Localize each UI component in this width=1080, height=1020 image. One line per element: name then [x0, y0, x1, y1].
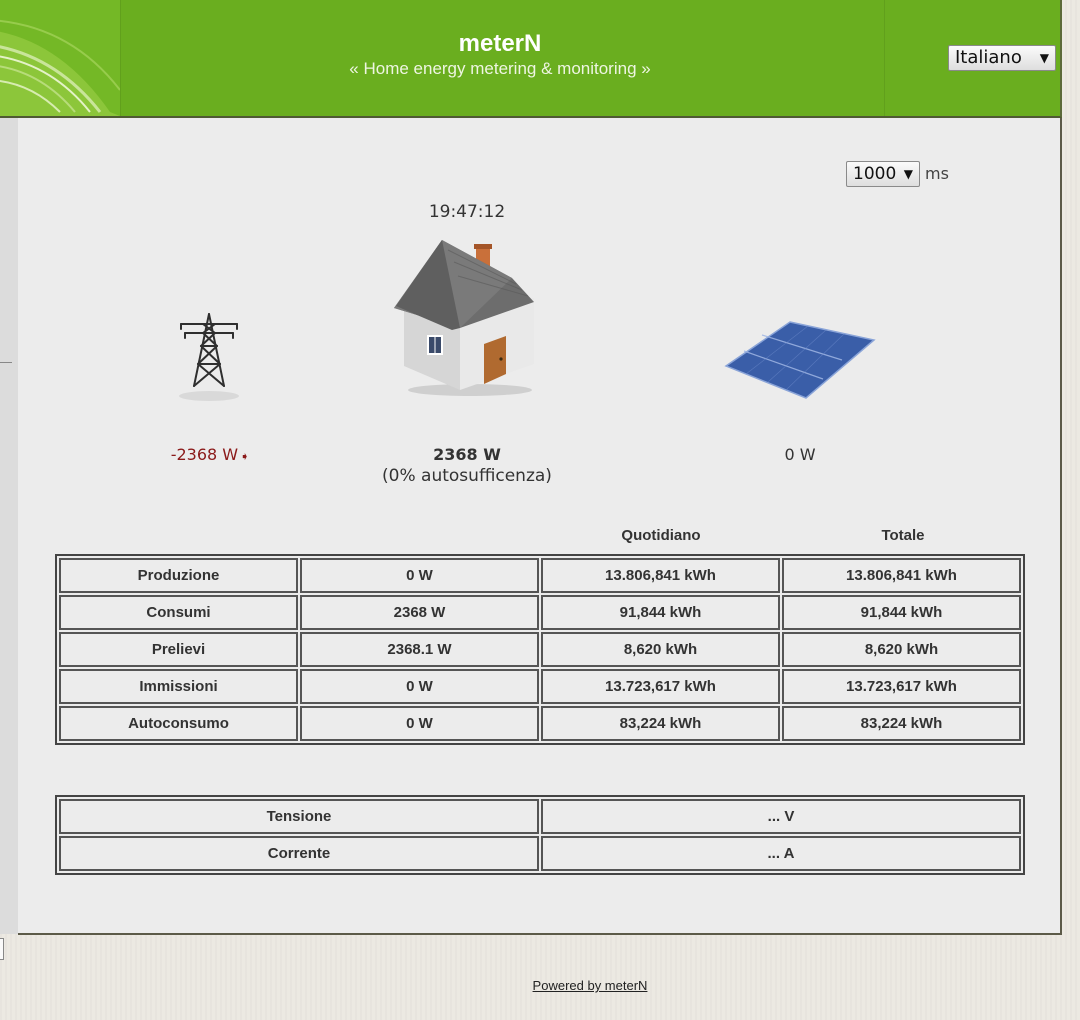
row-label: Tensione [59, 799, 539, 834]
header-divider [120, 0, 121, 116]
header-divider [884, 0, 885, 116]
house-power-value: 2368 W [433, 445, 501, 464]
self-sufficiency-text: (0% autosufficenza) [382, 466, 552, 486]
powered-by-link[interactable]: Powered by meterN [430, 978, 750, 993]
row-label: Produzione [59, 558, 298, 593]
grid-power-value: -2368 W [170, 445, 239, 464]
row-label: Prelievi [59, 632, 298, 667]
table-row: Consumi 2368 W 91,844 kWh 91,844 kWh [59, 595, 1021, 630]
app-header: meterN « Home energy metering & monitori… [0, 0, 1062, 118]
table-row: Prelievi 2368.1 W 8,620 kWh 8,620 kWh [59, 632, 1021, 667]
app-subtitle: « Home energy metering & monitoring » [349, 59, 651, 78]
table-cell: 83,224 kWh [782, 706, 1021, 741]
refresh-interval-value: 1000 [853, 164, 897, 184]
table-cell: 13.806,841 kWh [541, 558, 780, 593]
table-cell: 0 W [300, 669, 539, 704]
table-cell: ... V [541, 799, 1021, 834]
refresh-unit: ms [925, 164, 949, 183]
table-cell: 91,844 kWh [782, 595, 1021, 630]
solar-power-value: 0 W [784, 445, 816, 464]
chevron-down-icon: ▼ [903, 167, 913, 181]
refresh-interval-select[interactable]: 1000 ▼ [846, 161, 920, 187]
solar-panel-icon [722, 318, 878, 409]
power-pylon-icon [172, 312, 246, 409]
electrical-table: Tensione ... V Corrente ... A [55, 795, 1025, 875]
row-label: Autoconsumo [59, 706, 298, 741]
table-cell: 13.806,841 kWh [782, 558, 1021, 593]
table-row: Produzione 0 W 13.806,841 kWh 13.806,841… [59, 558, 1021, 593]
table-cell: 8,620 kWh [541, 632, 780, 667]
language-select-value: Italiano [955, 47, 1022, 68]
table-cell: 0 W [300, 558, 539, 593]
live-clock: 19:47:12 [428, 202, 506, 222]
table-row: Tensione ... V [59, 799, 1021, 834]
flow-arrow-icon: ➧ [240, 450, 250, 463]
table-row: Corrente ... A [59, 836, 1021, 871]
house-icon [392, 238, 542, 403]
table-cell: 13.723,617 kWh [541, 669, 780, 704]
app-title: meterN [458, 30, 542, 57]
left-sidebar-strip [0, 118, 18, 934]
row-label: Immissioni [59, 669, 298, 704]
left-marker [0, 362, 12, 363]
table-cell: 83,224 kWh [541, 706, 780, 741]
row-label: Corrente [59, 836, 539, 871]
table-cell: 2368.1 W [300, 632, 539, 667]
table-cell: 2368 W [300, 595, 539, 630]
table-cell: 8,620 kWh [782, 632, 1021, 667]
table-row: Autoconsumo 0 W 83,224 kWh 83,224 kWh [59, 706, 1021, 741]
table-cell: ... A [541, 836, 1021, 871]
column-header-total: Totale [881, 527, 925, 544]
left-stub [0, 938, 4, 960]
table-cell: 13.723,617 kWh [782, 669, 1021, 704]
table-row: Immissioni 0 W 13.723,617 kWh 13.723,617… [59, 669, 1021, 704]
logo-swoosh [0, 0, 120, 116]
chevron-down-icon: ▼ [1039, 51, 1049, 65]
energy-table: Produzione 0 W 13.806,841 kWh 13.806,841… [55, 554, 1025, 745]
language-select[interactable]: Italiano ▼ [948, 45, 1056, 71]
table-cell: 0 W [300, 706, 539, 741]
grid-power-readout: -2368 W ➧ [110, 445, 310, 464]
column-header-daily: Quotidiano [621, 527, 701, 544]
table-cell: 91,844 kWh [541, 595, 780, 630]
row-label: Consumi [59, 595, 298, 630]
